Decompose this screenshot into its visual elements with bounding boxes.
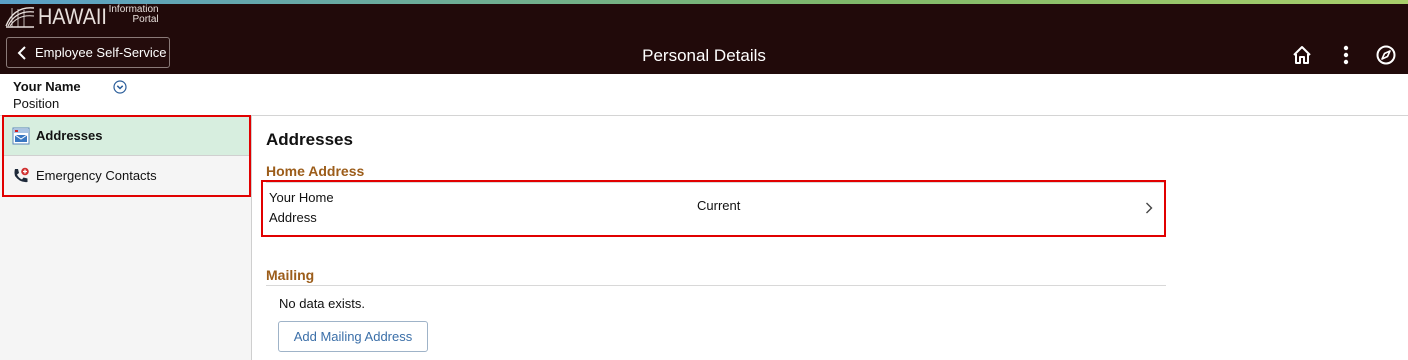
mailing-rule (266, 285, 1166, 286)
add-mailing-address-button[interactable]: Add Mailing Address (278, 321, 428, 352)
home-address-heading: Home Address (266, 163, 365, 179)
sidebar-item-addresses[interactable]: Addresses (4, 116, 251, 155)
user-name: Your Name (13, 79, 81, 94)
home-address-line2: Address (269, 210, 317, 225)
address-status: Current (697, 198, 741, 213)
mailing-heading: Mailing (266, 267, 315, 283)
logo-wordmark: HAWAII (38, 4, 107, 29)
sidebar-item-emergency-contacts[interactable]: Emergency Contacts (4, 156, 251, 195)
main-content: Addresses Home Address Your Home Address… (253, 116, 1408, 360)
user-position: Position (13, 96, 60, 111)
home-address-line1: Your Home (269, 190, 334, 205)
chevron-right-icon (1146, 202, 1153, 214)
sidebar-item-label: Addresses (36, 128, 103, 143)
portal-logo: HAWAII Information Portal (4, 2, 159, 32)
phone-contact-icon (14, 167, 29, 182)
address-card-icon (12, 127, 30, 144)
page-title: Personal Details (642, 46, 766, 65)
home-address-row[interactable]: Your Home Address Current (263, 181, 1165, 237)
logo-subtitle: Information Portal (109, 5, 159, 25)
section-title: Addresses (266, 130, 353, 149)
home-icon[interactable] (1291, 44, 1313, 66)
user-info-bar: Your Name Position (0, 74, 1408, 116)
logo-mark-icon (5, 7, 35, 28)
navigator-compass-icon[interactable] (1375, 44, 1397, 66)
chevron-down-circle-icon[interactable] (113, 80, 127, 94)
more-vertical-icon[interactable] (1335, 44, 1357, 66)
mailing-empty-text: No data exists. (279, 296, 365, 311)
sidebar-divider (4, 155, 251, 156)
logo-subtitle-line2: Portal (132, 14, 159, 25)
sidebar-item-label: Emergency Contacts (36, 168, 157, 183)
